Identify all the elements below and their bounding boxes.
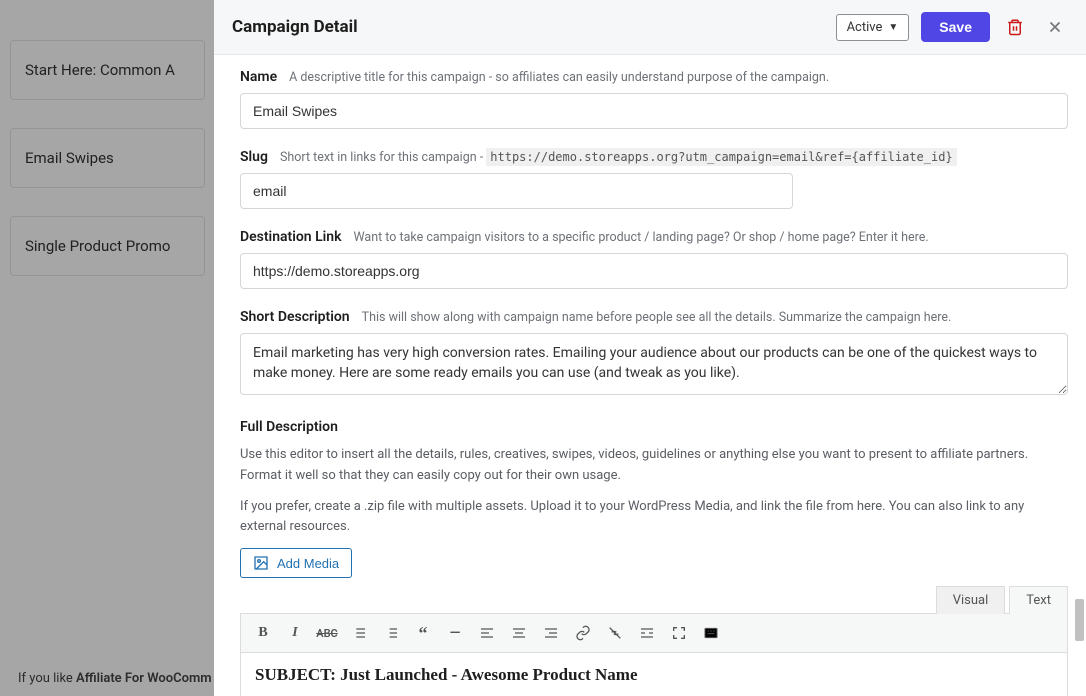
toolbar-toggle-button[interactable] — [697, 620, 725, 646]
readmore-button[interactable] — [633, 620, 661, 646]
destination-hint: Want to take campaign visitors to a spec… — [354, 230, 929, 245]
full-description-hint-2: If you prefer, create a .zip file with m… — [240, 497, 1068, 539]
close-button[interactable] — [1044, 16, 1066, 38]
short-description-input[interactable]: Email marketing has very high conversion… — [240, 333, 1068, 395]
slug-url-example: https://demo.storeapps.org?utm_campaign=… — [486, 148, 956, 166]
chevron-down-icon: ▼ — [888, 22, 898, 33]
short-description-hint: This will show along with campaign name … — [362, 310, 952, 325]
media-icon — [253, 555, 269, 571]
numbered-list-button[interactable] — [377, 620, 405, 646]
tab-text[interactable]: Text — [1009, 586, 1068, 614]
bullet-list-button[interactable] — [345, 620, 373, 646]
full-description-hint-1: Use this editor to insert all the detail… — [240, 445, 1068, 487]
align-right-button[interactable] — [537, 620, 565, 646]
destination-field-row: Destination Link Want to take campaign v… — [240, 229, 1068, 289]
short-description-row: Short Description This will show along w… — [240, 309, 1068, 399]
bold-button[interactable]: B — [249, 620, 277, 646]
name-field-row: Name A descriptive title for this campai… — [240, 69, 1068, 129]
quote-button[interactable]: “ — [409, 620, 437, 646]
slug-hint: Short text in links for this campaign - … — [280, 150, 957, 165]
italic-button[interactable]: I — [281, 620, 309, 646]
campaign-detail-panel: Campaign Detail Active ▼ Save Name A des… — [214, 0, 1086, 696]
editor-tabs: Visual Text — [240, 586, 1068, 614]
full-description-row: Full Description Use this editor to inse… — [240, 419, 1068, 696]
tab-visual[interactable]: Visual — [936, 586, 1006, 614]
add-media-button[interactable]: Add Media — [240, 548, 352, 578]
scrollbar-thumb[interactable] — [1075, 599, 1084, 641]
slug-label: Slug — [240, 149, 268, 165]
panel-title: Campaign Detail — [232, 17, 836, 37]
fullscreen-button[interactable] — [665, 620, 693, 646]
rich-text-editor: B I ABC “ — SUBJECT: J — [240, 613, 1068, 696]
align-left-button[interactable] — [473, 620, 501, 646]
panel-header: Campaign Detail Active ▼ Save — [214, 0, 1086, 55]
save-button[interactable]: Save — [921, 12, 990, 42]
status-select[interactable]: Active ▼ — [836, 14, 910, 41]
destination-label: Destination Link — [240, 229, 342, 245]
slug-field-row: Slug Short text in links for this campai… — [240, 149, 1068, 209]
panel-body: Name A descriptive title for this campai… — [214, 55, 1086, 696]
name-input[interactable] — [240, 93, 1068, 129]
name-label: Name — [240, 69, 277, 85]
editor-subject-line: SUBJECT: Just Launched - Awesome Product… — [255, 665, 1053, 685]
hr-button[interactable]: — — [441, 620, 469, 646]
editor-toolbar: B I ABC “ — — [241, 614, 1067, 653]
strikethrough-button[interactable]: ABC — [313, 620, 341, 646]
delete-button[interactable] — [1004, 16, 1026, 38]
align-center-button[interactable] — [505, 620, 533, 646]
name-hint: A descriptive title for this campaign - … — [289, 70, 829, 85]
short-description-label: Short Description — [240, 309, 350, 325]
editor-content[interactable]: SUBJECT: Just Launched - Awesome Product… — [241, 653, 1067, 696]
unlink-button[interactable] — [601, 620, 629, 646]
destination-input[interactable] — [240, 253, 1068, 289]
slug-input[interactable] — [240, 173, 793, 209]
link-button[interactable] — [569, 620, 597, 646]
full-description-label: Full Description — [240, 419, 338, 435]
